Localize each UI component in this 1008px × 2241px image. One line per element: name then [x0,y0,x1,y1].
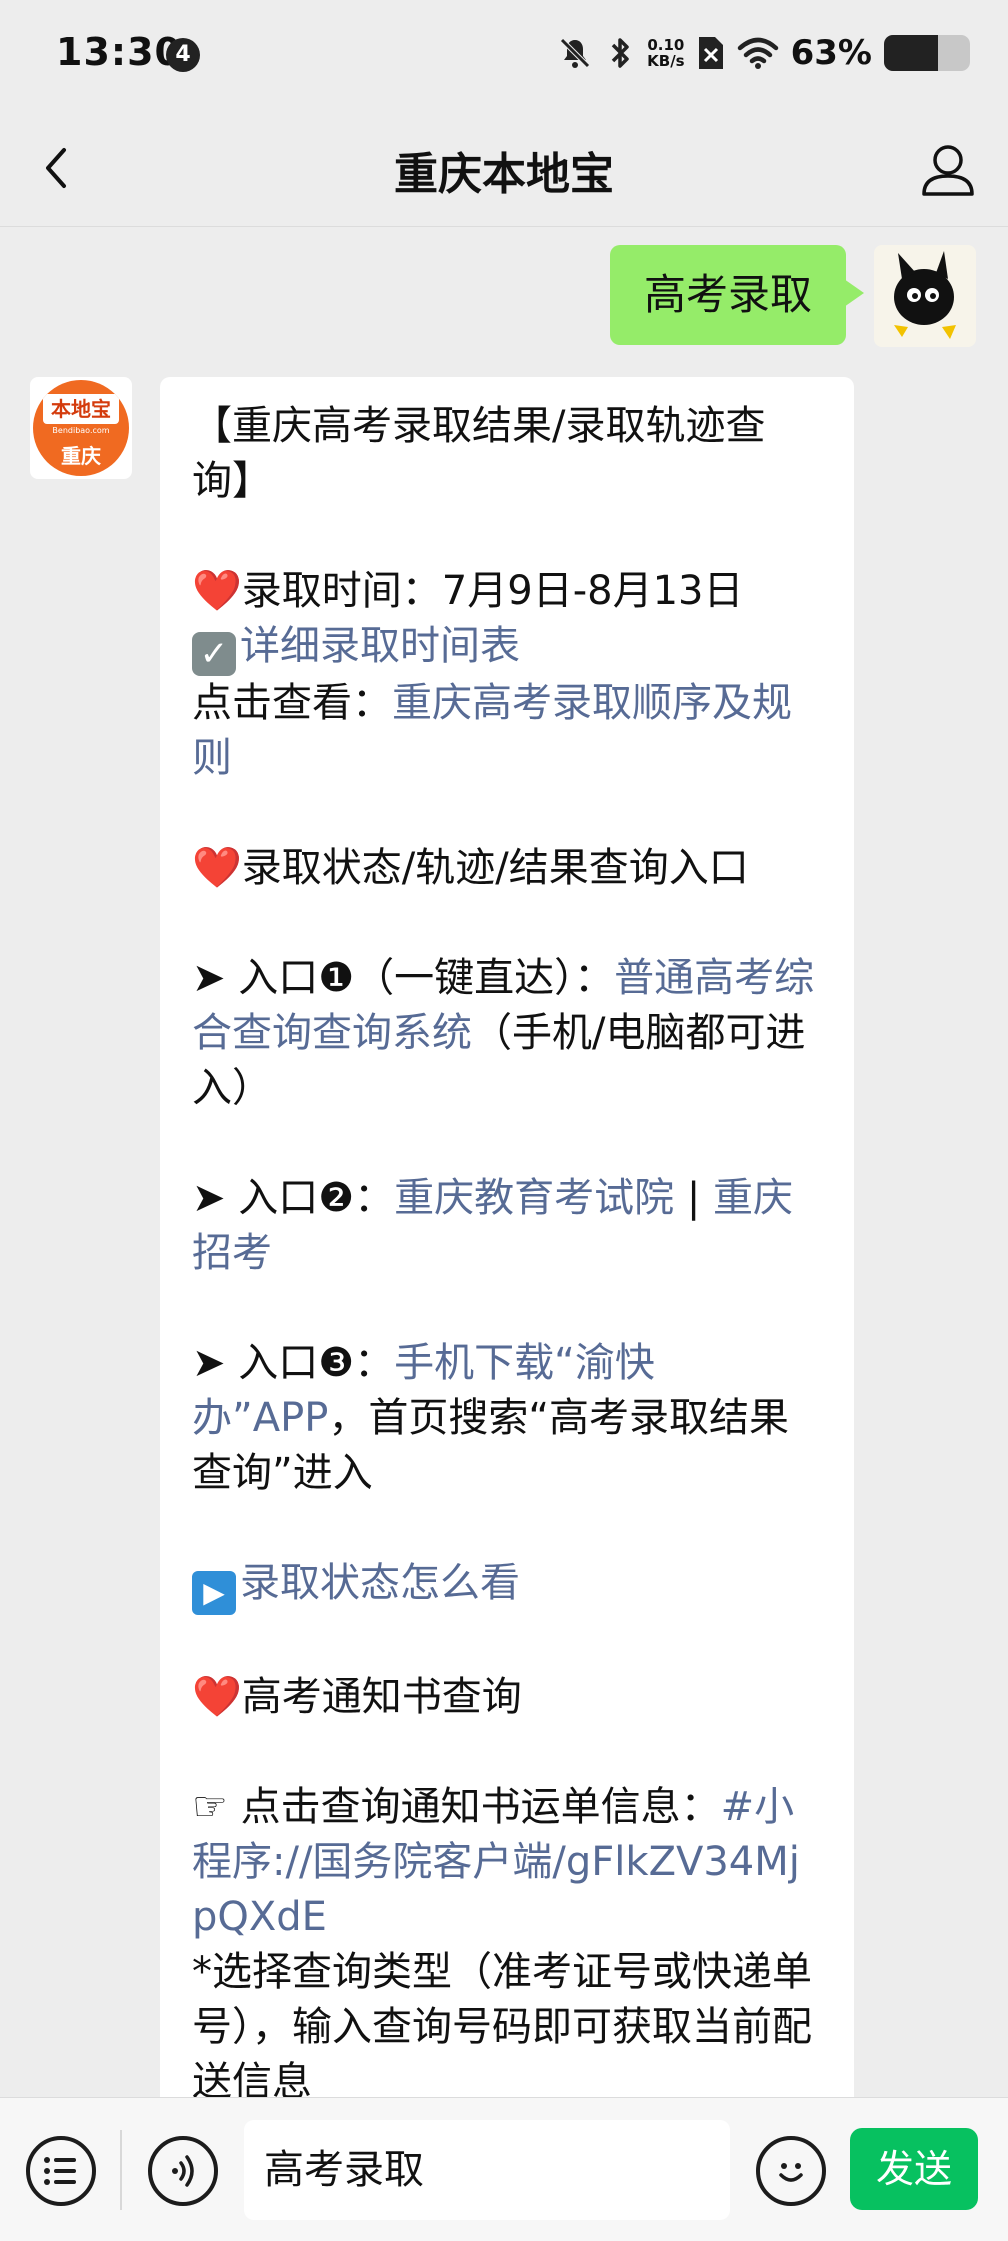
menu-button[interactable] [26,2136,96,2206]
network-speed: 0.10 KB/s [647,37,684,69]
smiley-icon [779,2163,803,2182]
message-input[interactable]: 高考录取 [244,2120,730,2220]
notice-line: ☞ 点击查询通知书运单信息：#小程序://国务院客户端/gFlkZV34MjpQ… [192,1784,800,1940]
incoming-message-row: 本地宝 Bendibao.com 重庆 【重庆高考录取结果/录取轨迹查询】 ❤️… [30,377,854,2097]
outgoing-message-row: 高考录取 [609,245,976,347]
status-view-link[interactable]: 录取状态怎么看 [240,1560,520,1606]
entry-1-line: ➤ 入口❶（一键直达）：普通高考综合查询查询系统（手机/电脑都可进入） [192,955,815,1111]
notice-tip: *选择查询类型（准考证号或快递单号），输入查询号码即可获取当前配送信息 [192,1949,812,2097]
status-view-line: ▶ 录取状态怎么看 [192,1556,822,1615]
profile-button[interactable] [918,140,978,200]
order-line: 点击查看：重庆高考录取顺序及规则 [192,680,792,781]
voice-button[interactable] [148,2136,218,2206]
status-bar: 13:30 4 0.10 KB/s 63% [0,0,1008,110]
chat-area[interactable]: 高考录取 本地宝 Bendibao.com 重庆 【重庆高考录取结果/录取轨迹查… [0,227,1008,2097]
exam-institute-link[interactable]: 重庆教育考试院 [394,1175,674,1221]
check-box-icon: ✓ [192,632,236,676]
incoming-message-bubble[interactable]: 【重庆高考录取结果/录取轨迹查询】 ❤️录取时间：7月9日-8月13日 ✓ 详细录… [160,377,854,2097]
send-button[interactable]: 发送 [850,2128,978,2210]
chat-title: 重庆本地宝 [394,149,614,200]
bot-avatar[interactable]: 本地宝 Bendibao.com 重庆 [30,377,132,479]
mute-bell-icon [557,35,593,71]
entry-3-line: ➤ 入口❸：手机下载“渝快办”APP，首页搜索“高考录取结果查询”进入 [192,1340,790,1496]
schedule-link[interactable]: 详细录取时间表 [240,623,520,669]
input-divider [120,2130,122,2210]
list-menu-icon [44,2157,76,2185]
network-speed-unit: KB/s [647,52,685,70]
my-avatar[interactable] [874,245,976,347]
outgoing-message-bubble[interactable]: 高考录取 [609,245,865,345]
voice-wave-icon [172,2155,194,2187]
status-time: 13:30 [56,30,182,74]
battery-percent: 63% [790,33,872,73]
nav-bar: 重庆本地宝 [0,110,1008,227]
no-sim-icon [697,35,725,71]
schedule-line: ✓ 详细录取时间表 [192,619,822,676]
battery-icon [884,35,970,71]
battery-fill [884,35,939,71]
emoji-button[interactable] [756,2136,826,2206]
user-icon [922,145,974,196]
network-speed-value: 0.10 [647,36,685,54]
admission-time-line: ❤️录取时间：7月9日-8月13日 [192,568,744,614]
input-bar: 高考录取 发送 [0,2097,1008,2241]
black-cat-avatar-icon [894,251,956,339]
bendibao-logo-icon: 本地宝 Bendibao.com 重庆 [33,380,129,476]
notice-heading: ❤️高考通知书查询 [192,1674,522,1720]
wifi-icon [737,36,779,70]
status-query-heading: ❤️录取状态/轨迹/结果查询入口 [192,845,749,891]
bluetooth-icon [605,35,635,71]
notification-count-badge: 4 [166,38,200,72]
play-button-icon: ▶ [192,1571,236,1615]
status-icons: 0.10 KB/s 63% [557,30,970,76]
reply-title: 【重庆高考录取结果/录取轨迹查询】 [192,403,766,504]
entry-2-line: ➤ 入口❷：重庆教育考试院 | 重庆招考 [192,1175,794,1276]
